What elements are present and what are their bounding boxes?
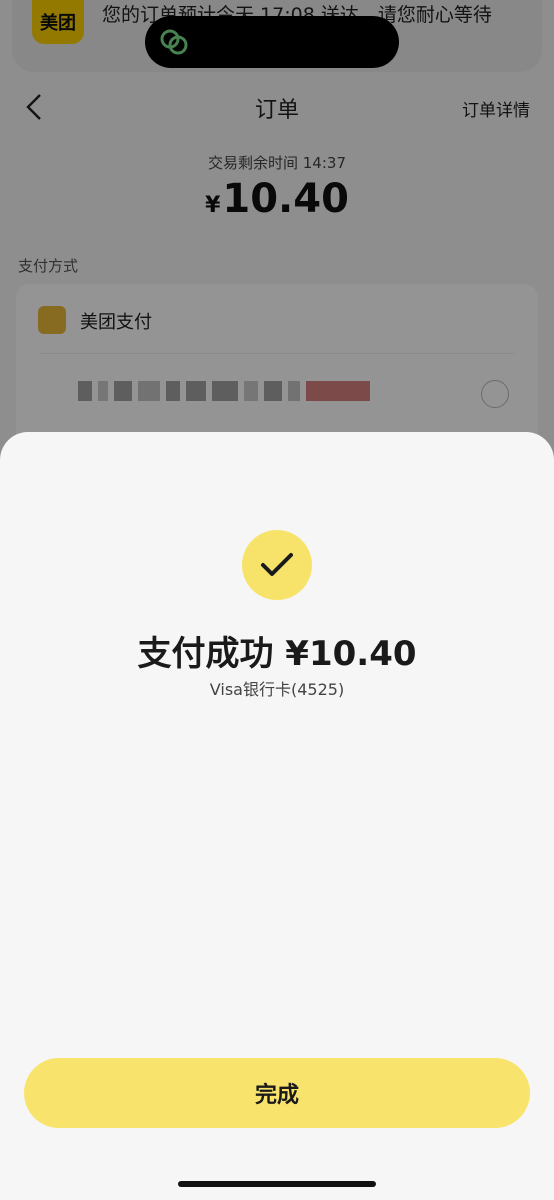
- home-indicator[interactable]: [178, 1181, 376, 1187]
- payment-card-info: Visa银行卡(4525): [209, 680, 345, 699]
- payment-success-title: 支付成功 ¥10.40: [137, 634, 417, 674]
- success-check-icon: [242, 530, 312, 600]
- done-button[interactable]: 完成: [24, 1058, 530, 1128]
